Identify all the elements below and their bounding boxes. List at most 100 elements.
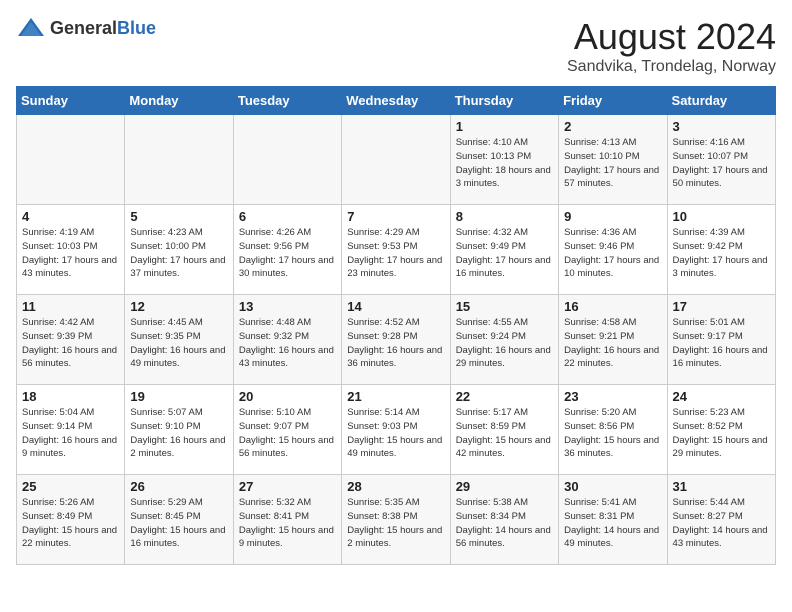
table-row: 6 Sunrise: 4:26 AM Sunset: 9:56 PM Daylig… [233,205,341,295]
day-number: 29 [456,479,553,494]
day-number: 25 [22,479,119,494]
day-number: 10 [673,209,770,224]
day-number: 24 [673,389,770,404]
day-number: 22 [456,389,553,404]
calendar-week-row: 11Sunrise: 4:42 AM Sunset: 9:39 PM Dayli… [17,295,776,385]
header-wednesday: Wednesday [342,87,450,115]
table-row [233,115,341,205]
header-saturday: Saturday [667,87,775,115]
day-number: 1 [456,119,553,134]
day-info: Sunrise: 4:45 AM Sunset: 9:35 PM Dayligh… [130,316,227,371]
table-row: 8 Sunrise: 4:32 AM Sunset: 9:49 PM Daylig… [450,205,558,295]
day-info: Sunrise: 4:48 AM Sunset: 9:32 PM Dayligh… [239,316,336,371]
day-info: Sunrise: 5:32 AM Sunset: 8:41 PM Dayligh… [239,496,336,551]
header-friday: Friday [559,87,667,115]
day-info: Sunrise: 4:26 AM Sunset: 9:56 PM Dayligh… [239,226,336,281]
table-row [342,115,450,205]
calendar-week-row: 25Sunrise: 5:26 AM Sunset: 8:49 PM Dayli… [17,475,776,565]
table-row: 22 Sunrise: 5:17 AM Sunset: 8:59 PM Dayli… [450,385,558,475]
day-info: Sunrise: 4:29 AM Sunset: 9:53 PM Dayligh… [347,226,444,281]
day-number: 16 [564,299,661,314]
table-row: 2Sunrise: 4:13 AM Sunset: 10:10 PM Dayli… [559,115,667,205]
table-row: 7Sunrise: 4:29 AM Sunset: 9:53 PM Daylig… [342,205,450,295]
day-number: 19 [130,389,227,404]
calendar-week-row: 1 Sunrise: 4:10 AM Sunset: 10:13 PM Dayli… [17,115,776,205]
day-info: Sunrise: 5:44 AM Sunset: 8:27 PM Dayligh… [673,496,770,551]
month-title: August 2024 [567,16,776,58]
day-info: Sunrise: 4:10 AM Sunset: 10:13 PM Daylig… [456,136,553,191]
day-number: 2 [564,119,661,134]
day-info: Sunrise: 5:01 AM Sunset: 9:17 PM Dayligh… [673,316,770,371]
day-info: Sunrise: 5:20 AM Sunset: 8:56 PM Dayligh… [564,406,661,461]
day-number: 23 [564,389,661,404]
day-number: 15 [456,299,553,314]
table-row: 15 Sunrise: 4:55 AM Sunset: 9:24 PM Dayli… [450,295,558,385]
table-row: 16Sunrise: 4:58 AM Sunset: 9:21 PM Dayli… [559,295,667,385]
day-number: 21 [347,389,444,404]
table-row: 19 Sunrise: 5:07 AM Sunset: 9:10 PM Dayli… [125,385,233,475]
day-number: 27 [239,479,336,494]
table-row: 10 Sunrise: 4:39 AM Sunset: 9:42 PM Dayli… [667,205,775,295]
day-number: 17 [673,299,770,314]
day-info: Sunrise: 4:39 AM Sunset: 9:42 PM Dayligh… [673,226,770,281]
day-number: 9 [564,209,661,224]
header: GeneralBlue August 2024 Sandvika, Tronde… [16,16,776,76]
day-number: 4 [22,209,119,224]
day-number: 20 [239,389,336,404]
table-row: 14 Sunrise: 4:52 AM Sunset: 9:28 PM Dayli… [342,295,450,385]
day-number: 11 [22,299,119,314]
table-row: 30 Sunrise: 5:41 AM Sunset: 8:31 PM Dayli… [559,475,667,565]
table-row: 9 Sunrise: 4:36 AM Sunset: 9:46 PM Daylig… [559,205,667,295]
day-info: Sunrise: 5:17 AM Sunset: 8:59 PM Dayligh… [456,406,553,461]
table-row: 5Sunrise: 4:23 AM Sunset: 10:00 PM Dayli… [125,205,233,295]
logo: GeneralBlue [16,16,156,40]
location-title: Sandvika, Trondelag, Norway [567,58,776,76]
calendar-week-row: 4Sunrise: 4:19 AM Sunset: 10:03 PM Dayli… [17,205,776,295]
table-row: 24 Sunrise: 5:23 AM Sunset: 8:52 PM Dayli… [667,385,775,475]
table-row [125,115,233,205]
table-row: 28Sunrise: 5:35 AM Sunset: 8:38 PM Dayli… [342,475,450,565]
logo-text-general: General [50,18,117,38]
day-info: Sunrise: 4:32 AM Sunset: 9:49 PM Dayligh… [456,226,553,281]
day-number: 6 [239,209,336,224]
table-row [17,115,125,205]
day-number: 30 [564,479,661,494]
table-row: 29 Sunrise: 5:38 AM Sunset: 8:34 PM Dayli… [450,475,558,565]
table-row: 27 Sunrise: 5:32 AM Sunset: 8:41 PM Dayli… [233,475,341,565]
day-info: Sunrise: 4:16 AM Sunset: 10:07 PM Daylig… [673,136,770,191]
day-info: Sunrise: 4:36 AM Sunset: 9:46 PM Dayligh… [564,226,661,281]
day-number: 8 [456,209,553,224]
table-row: 12 Sunrise: 4:45 AM Sunset: 9:35 PM Dayli… [125,295,233,385]
day-info: Sunrise: 5:07 AM Sunset: 9:10 PM Dayligh… [130,406,227,461]
table-row: 31Sunrise: 5:44 AM Sunset: 8:27 PM Dayli… [667,475,775,565]
day-info: Sunrise: 5:41 AM Sunset: 8:31 PM Dayligh… [564,496,661,551]
table-row: 23 Sunrise: 5:20 AM Sunset: 8:56 PM Dayli… [559,385,667,475]
logo-icon [16,16,46,40]
day-number: 14 [347,299,444,314]
day-info: Sunrise: 5:23 AM Sunset: 8:52 PM Dayligh… [673,406,770,461]
calendar-week-row: 18Sunrise: 5:04 AM Sunset: 9:14 PM Dayli… [17,385,776,475]
day-info: Sunrise: 4:23 AM Sunset: 10:00 PM Daylig… [130,226,227,281]
header-tuesday: Tuesday [233,87,341,115]
day-info: Sunrise: 5:38 AM Sunset: 8:34 PM Dayligh… [456,496,553,551]
table-row: 13Sunrise: 4:48 AM Sunset: 9:32 PM Dayli… [233,295,341,385]
table-row: 18Sunrise: 5:04 AM Sunset: 9:14 PM Dayli… [17,385,125,475]
day-info: Sunrise: 5:10 AM Sunset: 9:07 PM Dayligh… [239,406,336,461]
day-info: Sunrise: 5:14 AM Sunset: 9:03 PM Dayligh… [347,406,444,461]
calendar-table: Sunday Monday Tuesday Wednesday Thursday… [16,86,776,565]
day-number: 3 [673,119,770,134]
header-sunday: Sunday [17,87,125,115]
day-number: 12 [130,299,227,314]
header-monday: Monday [125,87,233,115]
day-number: 18 [22,389,119,404]
header-thursday: Thursday [450,87,558,115]
table-row: 20 Sunrise: 5:10 AM Sunset: 9:07 PM Dayli… [233,385,341,475]
table-row: 25Sunrise: 5:26 AM Sunset: 8:49 PM Dayli… [17,475,125,565]
day-info: Sunrise: 4:55 AM Sunset: 9:24 PM Dayligh… [456,316,553,371]
table-row: 3 Sunrise: 4:16 AM Sunset: 10:07 PM Dayli… [667,115,775,205]
table-row: 1 Sunrise: 4:10 AM Sunset: 10:13 PM Dayli… [450,115,558,205]
table-row: 17 Sunrise: 5:01 AM Sunset: 9:17 PM Dayli… [667,295,775,385]
table-row: 26Sunrise: 5:29 AM Sunset: 8:45 PM Dayli… [125,475,233,565]
day-info: Sunrise: 4:52 AM Sunset: 9:28 PM Dayligh… [347,316,444,371]
logo-text-blue: Blue [117,18,156,38]
